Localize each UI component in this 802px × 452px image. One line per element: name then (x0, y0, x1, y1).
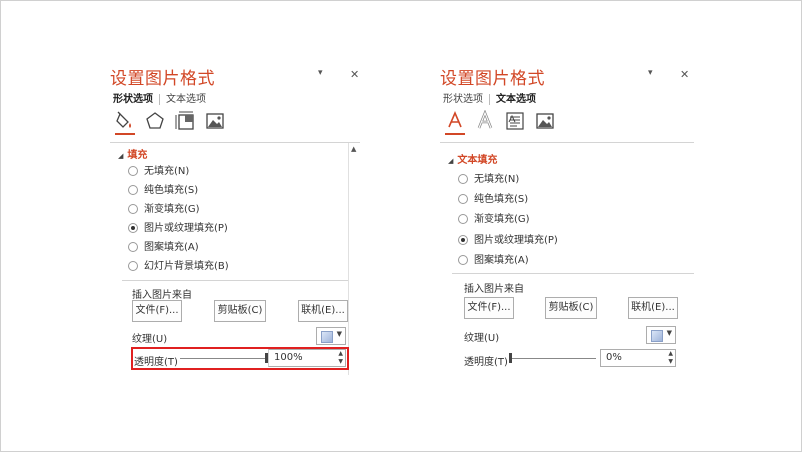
tab-text-options[interactable]: 文本选项 (166, 94, 206, 105)
format-picture-pane-shape-options: 设置图片格式 ▾ ✕ 形状选项 文本选项 ▲ ◢ 填充 无填充(N) 纯色填充(… (110, 0, 370, 452)
radio-label: 渐变填充(G) (144, 204, 200, 215)
texture-swatch-icon (321, 331, 333, 343)
radio-picture-fill[interactable]: 图片或纹理填充(P) (458, 234, 558, 248)
radio-circle (128, 204, 138, 214)
transparency-slider-track[interactable] (510, 358, 596, 359)
radio-solid-fill[interactable]: 纯色填充(S) (458, 193, 528, 207)
pane-title: 设置图片格式 (440, 69, 545, 89)
tab-divider (489, 93, 490, 105)
chevron-down-icon: ▼ (666, 329, 672, 337)
radio-gradient-fill[interactable]: 渐变填充(G) (128, 203, 200, 217)
texture-swatch-icon (651, 330, 663, 342)
radio-label: 无填充(N) (474, 174, 520, 185)
insert-picture-from-label: 插入图片来自 (464, 284, 524, 295)
active-underline (445, 133, 465, 135)
file-button[interactable]: 文件(F)... (464, 297, 514, 319)
radio-circle (128, 185, 138, 195)
radio-label: 无填充(N) (144, 166, 190, 177)
radio-circle (128, 242, 138, 252)
options-tabs: 形状选项 文本选项 (113, 90, 206, 105)
radio-no-fill[interactable]: 无填充(N) (128, 165, 189, 179)
radio-gradient-fill[interactable]: 渐变填充(G) (458, 213, 530, 227)
radio-pattern-fill[interactable]: 图案填充(A) (458, 254, 529, 268)
pane-scrollbar[interactable]: ▲ (348, 143, 361, 375)
radio-solid-fill[interactable]: 纯色填充(S) (128, 184, 198, 198)
collapse-triangle-icon: ◢ (118, 152, 124, 160)
pane-title: 设置图片格式 (110, 69, 215, 89)
section-label: 填充 (127, 150, 148, 161)
chevron-down-icon: ▼ (336, 330, 342, 338)
radio-label: 图片或纹理填充(P) (144, 223, 228, 234)
divider (110, 142, 360, 143)
radio-circle (128, 261, 138, 271)
close-icon[interactable]: ✕ (350, 68, 359, 81)
spin-arrows-icon[interactable]: ▲ ▼ (668, 350, 673, 366)
pentagon-icon[interactable] (144, 110, 166, 132)
text-box-icon[interactable] (504, 110, 526, 132)
texture-label: 纹理(U) (464, 333, 500, 344)
active-underline (115, 133, 135, 135)
radio-label: 纯色填充(S) (474, 194, 529, 205)
chevron-down-icon[interactable]: ▾ (648, 68, 653, 78)
transparency-label: 透明度(T) (464, 357, 508, 368)
chevron-down-icon[interactable]: ▾ (318, 68, 323, 78)
picture-icon[interactable] (204, 110, 226, 132)
picture-icon[interactable] (534, 110, 556, 132)
options-tabs: 形状选项 文本选项 (443, 90, 536, 105)
tab-shape-options[interactable]: 形状选项 (113, 94, 153, 105)
close-icon[interactable]: ✕ (680, 68, 689, 81)
radio-circle-checked (458, 235, 468, 245)
radio-picture-fill[interactable]: 图片或纹理填充(P) (128, 222, 228, 236)
format-picture-pane-text-options: 设置图片格式 ▾ ✕ 形状选项 文本选项 ◢ 文本填充 无填充(N) 纯色填充(… (440, 0, 700, 452)
texture-picker[interactable]: ▼ (316, 327, 346, 345)
radio-circle (458, 194, 468, 204)
collapse-triangle-icon: ◢ (448, 157, 454, 165)
texture-picker[interactable]: ▼ (646, 326, 676, 344)
radio-label: 图片或纹理填充(P) (474, 235, 558, 246)
radio-label: 纯色填充(S) (144, 185, 199, 196)
text-fill-icon[interactable] (444, 110, 466, 135)
radio-circle (458, 174, 468, 184)
clipboard-button[interactable]: 剪贴板(C) (545, 297, 597, 319)
radio-label: 图案填充(A) (474, 255, 529, 266)
section-text-fill[interactable]: ◢ 文本填充 (448, 151, 497, 166)
radio-no-fill[interactable]: 无填充(N) (458, 173, 519, 187)
radio-label: 幻灯片背景填充(B) (144, 261, 229, 272)
radio-label: 图案填充(A) (144, 242, 199, 253)
online-button[interactable]: 联机(E)... (628, 297, 678, 319)
online-button[interactable]: 联机(E)... (298, 300, 348, 322)
transparency-value: 0% (606, 352, 622, 363)
texture-label: 纹理(U) (132, 334, 168, 345)
scroll-up-icon[interactable]: ▲ (351, 145, 356, 153)
radio-circle (458, 255, 468, 265)
text-outline-icon[interactable] (474, 109, 496, 132)
radio-pattern-fill[interactable]: 图案填充(A) (128, 241, 199, 255)
radio-circle-checked (128, 223, 138, 233)
clipboard-button[interactable]: 剪贴板(C) (214, 300, 266, 322)
file-button[interactable]: 文件(F)... (132, 300, 182, 322)
highlight-box (131, 347, 349, 370)
size-layout-icon[interactable] (174, 110, 196, 132)
divider (122, 280, 348, 281)
radio-circle (128, 166, 138, 176)
tab-text-options[interactable]: 文本选项 (496, 94, 536, 105)
radio-label: 渐变填充(G) (474, 214, 530, 225)
section-fill[interactable]: ◢ 填充 (118, 146, 147, 161)
insert-picture-from-label: 插入图片来自 (132, 290, 192, 301)
section-label: 文本填充 (457, 155, 498, 166)
transparency-slider-thumb[interactable] (509, 353, 512, 363)
divider (440, 142, 694, 143)
transparency-spinbox[interactable]: 0% ▲ ▼ (600, 349, 676, 367)
tab-divider (159, 93, 160, 105)
divider (452, 273, 694, 274)
tab-shape-options[interactable]: 形状选项 (443, 94, 483, 105)
radio-slide-background-fill[interactable]: 幻灯片背景填充(B) (128, 260, 229, 274)
radio-circle (458, 214, 468, 224)
fill-bucket-icon[interactable] (114, 110, 136, 135)
